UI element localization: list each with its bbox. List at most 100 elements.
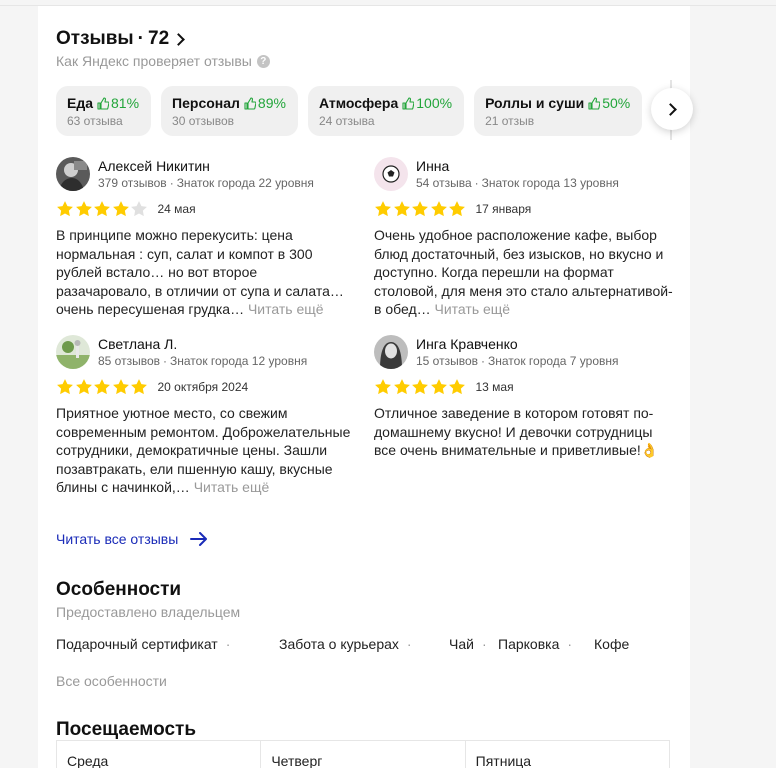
feature-separator: · <box>481 636 487 652</box>
feature-separator: · <box>406 636 412 652</box>
aspect-percent-value: 50% <box>602 95 631 111</box>
star-icon <box>57 201 73 217</box>
rating-stars: 13 мая <box>374 377 674 397</box>
star-icon <box>449 201 465 217</box>
review-card: Инга Кравченко 15 отзывов · Знаток города … <box>374 335 674 460</box>
feature-label: Парковка <box>498 636 560 652</box>
nature-photo-icon[interactable] <box>56 335 90 369</box>
chips-next-button[interactable] <box>651 88 693 130</box>
aspect-chips: Еда 81% 63 отзыва Персонал 89% 30 отзыво… <box>56 86 666 138</box>
review-check-info[interactable]: Как Яндекс проверяет отзывы ? <box>56 53 270 69</box>
feature-item: Подарочный сертификат · <box>56 636 230 652</box>
user-photo-icon[interactable] <box>56 157 90 191</box>
aspect-percent: 100% <box>402 95 452 111</box>
star-icon <box>430 201 447 217</box>
reviewer-name[interactable]: Инга Кравченко <box>416 336 619 353</box>
reviewer-meta: 85 отзывов · Знаток города 12 уровня <box>98 353 307 369</box>
review-check-label: Как Яндекс проверяет отзывы <box>56 53 252 69</box>
attendance-title: Посещаемость <box>56 719 197 740</box>
read-more-link[interactable]: Читать ещё <box>248 301 324 317</box>
review-card: Светлана Л. 85 отзывов · Знаток города 12 … <box>56 335 356 497</box>
rating-stars: 24 мая <box>56 199 356 219</box>
chevron-right-icon <box>172 33 186 46</box>
day-tab[interactable]: Среда <box>57 741 262 768</box>
feature-item: Забота о курьерах · <box>279 636 412 652</box>
aspect-name: Атмосфера <box>318 95 399 111</box>
star-icon <box>430 379 447 395</box>
feature-separator: · <box>567 636 573 652</box>
star-icon <box>412 379 428 395</box>
rating-stars: 17 января <box>374 199 674 219</box>
feature-separator: · <box>225 636 231 652</box>
review-body: Очень удобное расположение кафе, выбор б… <box>374 227 673 317</box>
aspect-chip-atmosphere[interactable]: Атмосфера 100% 24 отзыва <box>307 86 465 136</box>
question-icon: ? <box>256 54 270 68</box>
star-icon <box>131 379 147 395</box>
review-text: Отличное заведение в котором готовят по-… <box>374 404 674 460</box>
aspect-count: 24 отзыва <box>318 114 375 128</box>
reviewer-name[interactable]: Алексей Никитин <box>98 158 314 175</box>
aspect-count: 21 отзыв <box>485 114 535 128</box>
aspect-percent: 81% <box>97 95 139 111</box>
meta-separator: · <box>163 354 168 368</box>
rating-stars: 20 октября 2024 <box>56 377 356 397</box>
read-more-link[interactable]: Читать ещё <box>194 479 270 495</box>
aspect-percent-value: 100% <box>416 95 453 111</box>
attendance-days: Среда Четверг Пятница <box>56 740 670 768</box>
star-icon <box>94 201 110 217</box>
star-icon <box>94 379 110 395</box>
all-features-link[interactable]: Все особенности <box>56 673 167 689</box>
chevron-right-icon <box>664 103 677 116</box>
reviews-title: Отзывы <box>56 28 134 49</box>
all-reviews-link[interactable]: Читать все отзывы <box>56 531 208 547</box>
review-card: Инна 54 отзыва · Знаток города 13 уровня 1… <box>374 157 674 319</box>
star-icon <box>449 379 465 395</box>
reviewer-meta: 15 отзывов · Знаток города 7 уровня <box>416 353 619 369</box>
all-reviews-label: Читать все отзывы <box>56 531 179 547</box>
reviewer-meta: 54 отзыва · Знаток города 13 уровня <box>416 175 619 191</box>
soccer-ball-icon[interactable] <box>374 157 408 191</box>
features-subtitle: Предоставлено владельцем <box>56 604 241 620</box>
feature-label: Забота о курьерах <box>279 636 399 652</box>
read-more-link[interactable]: Читать ещё <box>435 301 511 317</box>
aspect-name: Еда <box>67 95 94 111</box>
thumbs-up-icon <box>97 96 110 110</box>
star-icon <box>412 201 428 217</box>
review-date: 13 мая <box>475 380 514 394</box>
features-list: Подарочный сертификат · Забота о курьерах… <box>56 636 676 658</box>
feature-item: Парковка · <box>498 636 572 652</box>
review-date: 20 октября 2024 <box>157 380 249 394</box>
reviewer-reviews-count: 85 отзывов <box>98 354 161 368</box>
reviewer-name[interactable]: Инна <box>416 158 619 175</box>
meta-separator: · <box>481 354 486 368</box>
day-tab[interactable]: Пятница <box>466 741 669 768</box>
aspect-chip-rolls[interactable]: Роллы и суши 50% 21 отзыв <box>474 86 643 136</box>
star-icon <box>375 201 391 217</box>
review-text: Приятное уютное место, со свежим совреме… <box>56 404 356 497</box>
reviews-panel: Отзывы · 72 Как Яндекс проверяет отзывы … <box>38 6 693 768</box>
aspect-percent: 89% <box>244 95 286 111</box>
reviews-title-link[interactable]: Отзывы · 72 <box>56 28 186 50</box>
reviewer-meta: 379 отзывов · Знаток города 22 уровня <box>98 175 314 191</box>
star-icon <box>112 379 129 395</box>
reviewer-name[interactable]: Светлана Л. <box>98 336 307 353</box>
meta-separator: · <box>474 176 479 190</box>
reviewer-level: Знаток города 7 уровня <box>488 354 619 368</box>
aspect-chip-staff[interactable]: Персонал 89% 30 отзывов <box>161 86 298 136</box>
woman-photo-icon[interactable] <box>374 335 408 369</box>
aspect-chip-food[interactable]: Еда 81% 63 отзыва <box>56 86 152 136</box>
review-text: В принципе можно перекусить: цена нормал… <box>56 226 356 319</box>
arrow-right-icon <box>190 532 208 546</box>
aspect-percent: 50% <box>588 95 630 111</box>
star-icon <box>375 379 391 395</box>
aspect-percent-value: 81% <box>111 95 140 111</box>
star-icon <box>75 379 92 395</box>
reviewer-reviews-count: 54 отзыва <box>416 176 472 190</box>
thumbs-up-icon <box>244 96 256 110</box>
day-tab[interactable]: Четверг <box>261 741 466 768</box>
title-separator: · <box>137 28 144 49</box>
aspect-count: 30 отзывов <box>172 114 235 128</box>
review-card: Алексей Никитин 379 отзывов · Знаток город… <box>56 157 356 319</box>
feature-item: Чай · <box>449 636 487 652</box>
star-icon <box>57 379 73 395</box>
